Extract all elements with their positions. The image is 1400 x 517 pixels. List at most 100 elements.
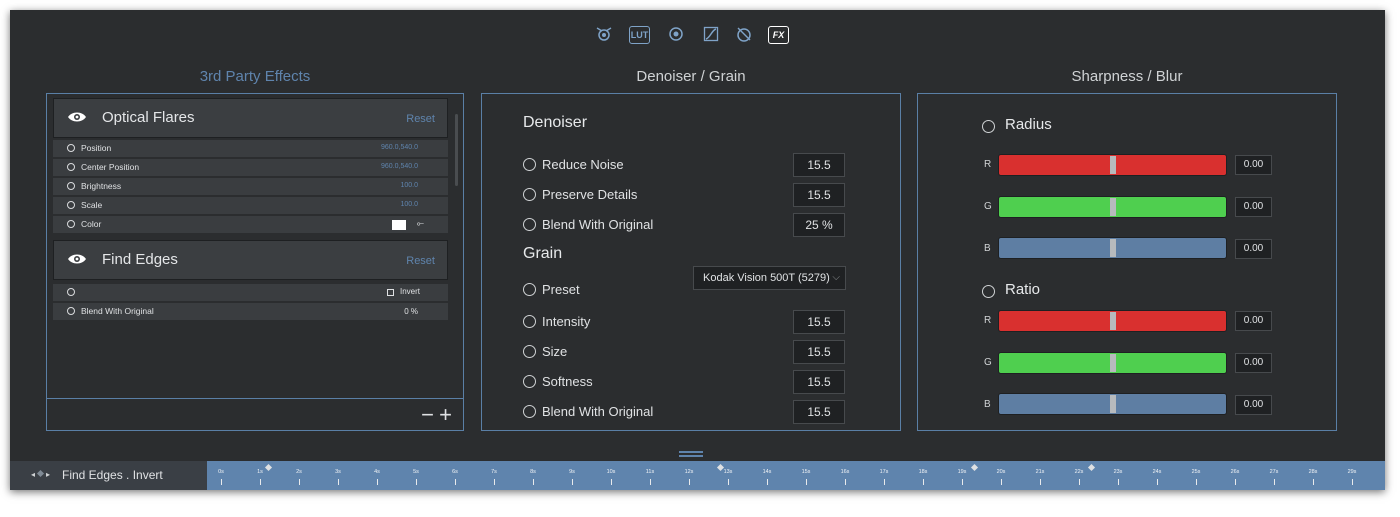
slider-thumb[interactable] — [1109, 156, 1116, 174]
timeline-tick — [962, 479, 963, 485]
param-value[interactable]: 960.0,540.0 — [381, 163, 418, 170]
size-radio[interactable] — [523, 345, 536, 358]
radius-b-slider[interactable] — [998, 237, 1227, 259]
param-value[interactable]: 0 % — [404, 307, 418, 316]
ratio-b-value[interactable]: 0.00 — [1235, 395, 1272, 415]
effect-header-optical-flares[interactable]: Optical Flares Reset — [53, 98, 448, 138]
reset-button[interactable]: Reset — [406, 255, 435, 267]
param-row[interactable]: Position 960.0,540.0 — [53, 140, 448, 158]
grain-blend-field[interactable]: 15.5 — [793, 400, 845, 424]
softness-field[interactable]: 15.5 — [793, 370, 845, 394]
intensity-field[interactable]: 15.5 — [793, 310, 845, 334]
eyedropper-icon[interactable]: ⟜ — [417, 218, 424, 229]
size-field[interactable]: 15.5 — [793, 340, 845, 364]
param-row[interactable]: Blend With Original 0 % — [53, 303, 448, 321]
param-row[interactable]: Brightness 100.0 — [53, 178, 448, 196]
param-value[interactable]: 100.0 — [400, 201, 418, 208]
keyframe-toggle-icon[interactable] — [67, 163, 75, 171]
timeline-tick — [377, 479, 378, 485]
slider-thumb[interactable] — [1109, 354, 1116, 372]
param-row[interactable]: Scale 100.0 — [53, 197, 448, 215]
timeline-tick — [1196, 479, 1197, 485]
param-row[interactable]: Center Position 960.0,540.0 — [53, 159, 448, 177]
denoiser-blend-field[interactable]: 25 % — [793, 213, 845, 237]
prev-keyframe-icon[interactable]: ◂ — [31, 470, 35, 479]
ratio-r-slider[interactable] — [998, 310, 1227, 332]
reduce-noise-field[interactable]: 15.5 — [793, 153, 845, 177]
color-swatch[interactable] — [392, 220, 406, 230]
resize-handle[interactable] — [679, 451, 703, 457]
radius-radio[interactable] — [982, 120, 995, 133]
keyframe-toggle-icon[interactable] — [67, 144, 75, 152]
grain-blend-radio[interactable] — [523, 405, 536, 418]
timeline-tick-label: 6s — [452, 469, 458, 475]
preserve-details-field[interactable]: 15.5 — [793, 183, 845, 207]
param-value[interactable]: 100.0 — [400, 182, 418, 189]
keyframe-diamond-icon[interactable] — [36, 469, 45, 478]
timeline-tick — [260, 479, 261, 485]
param-label: Scale — [81, 200, 103, 210]
timeline-tick — [767, 479, 768, 485]
timeline-tick-label: 12s — [684, 469, 694, 475]
ratio-g-value[interactable]: 0.00 — [1235, 353, 1272, 373]
radius-r-value[interactable]: 0.00 — [1235, 155, 1272, 175]
grain-heading: Grain — [523, 245, 563, 262]
reduce-noise-radio[interactable] — [523, 158, 536, 171]
timeline-tick — [416, 479, 417, 485]
intensity-label: Intensity — [542, 314, 591, 329]
effect-header-find-edges[interactable]: Find Edges Reset — [53, 240, 448, 280]
param-row[interactable]: Color ⟜ — [53, 216, 448, 234]
param-value[interactable]: 960.0,540.0 — [381, 144, 418, 151]
ratio-b-slider[interactable] — [998, 393, 1227, 415]
invert-checkbox[interactable] — [387, 289, 394, 296]
slider-thumb[interactable] — [1109, 312, 1116, 330]
ratio-radio[interactable] — [982, 285, 995, 298]
keyframe-marker[interactable] — [1087, 463, 1095, 472]
add-effect-button[interactable]: + — [439, 402, 452, 428]
slider-thumb[interactable] — [1109, 239, 1116, 257]
timeline-tick-label: 2s — [296, 469, 302, 475]
keyframe-toggle-icon[interactable] — [67, 307, 75, 315]
ratio-g-slider[interactable] — [998, 352, 1227, 374]
keyframe-toggle-icon[interactable] — [67, 201, 75, 209]
ratio-r-value[interactable]: 0.00 — [1235, 311, 1272, 331]
lut-icon[interactable]: LUT — [629, 26, 650, 44]
eye-icon[interactable] — [67, 111, 87, 123]
timeline-tick-label: 3s — [335, 469, 341, 475]
param-row[interactable]: Invert — [53, 284, 448, 302]
fx-icon[interactable]: FX — [768, 26, 789, 44]
preserve-details-radio[interactable] — [523, 188, 536, 201]
keyframe-toggle-icon[interactable] — [67, 220, 75, 228]
preset-radio[interactable] — [523, 283, 536, 296]
reset-button[interactable]: Reset — [406, 113, 435, 125]
effect-name: Find Edges — [102, 251, 178, 268]
preset-dropdown[interactable]: Kodak Vision 500T (5279) ⌵ — [693, 266, 846, 290]
remove-effect-button[interactable]: − — [421, 402, 434, 428]
sharpness-blur-title: Sharpness / Blur — [1071, 68, 1183, 85]
intensity-radio[interactable] — [523, 315, 536, 328]
denoiser-blend-radio[interactable] — [523, 218, 536, 231]
radius-g-value[interactable]: 0.00 — [1235, 197, 1272, 217]
radius-b-value[interactable]: 0.00 — [1235, 239, 1272, 259]
slider-thumb[interactable] — [1109, 198, 1116, 216]
timeline-ruler[interactable]: 0s 1s 2s 3s 4s 5s 6s 7s 8s 9s 10s 11s 12s 13s 14s 15s 16… — [207, 461, 1385, 490]
radius-g-slider[interactable] — [998, 196, 1227, 218]
keyframe-marker[interactable] — [970, 463, 978, 472]
timeline-tick-label: 13s — [723, 469, 733, 475]
softness-radio[interactable] — [523, 375, 536, 388]
curve-icon[interactable] — [700, 23, 722, 45]
slider-thumb[interactable] — [1109, 395, 1116, 413]
next-keyframe-icon[interactable]: ▸ — [46, 470, 50, 479]
timeline-tick-label: 27s — [1269, 469, 1279, 475]
keyframe-marker[interactable] — [264, 463, 272, 472]
target-icon[interactable] — [665, 23, 687, 45]
radius-r-slider[interactable] — [998, 154, 1227, 176]
eye-icon[interactable] — [67, 253, 87, 265]
keyframe-toggle-icon[interactable] — [67, 182, 75, 190]
sharpness-blur-panel: Radius R 0.00 G 0.00 B 0.00 Ratio R 0.00… — [917, 93, 1337, 431]
timeline-tick-label: 28s — [1308, 469, 1318, 475]
scrollbar[interactable] — [455, 114, 458, 186]
keyframe-toggle-icon[interactable] — [67, 288, 75, 296]
camera-icon[interactable] — [593, 23, 615, 45]
color-wheel-icon[interactable] — [733, 23, 755, 45]
